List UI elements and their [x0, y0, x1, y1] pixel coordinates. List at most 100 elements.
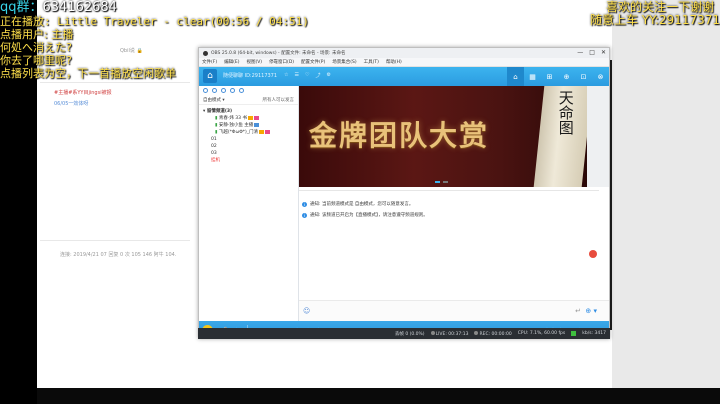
send-button[interactable]: ⊕ ▾ [585, 307, 597, 315]
live-dot-icon [430, 330, 435, 335]
stream-capture: Qbil说 🔒 #主播#系YY目jingsi被报 06/05一效体呀 连接: 2… [0, 0, 720, 404]
menu-file[interactable]: 文件(F) [202, 59, 217, 65]
home-tab-icon[interactable]: ⌂ [507, 67, 524, 86]
tree-user[interactable]: ▮ 青春·炜 33 书 [203, 115, 294, 122]
obs-logo-icon [203, 50, 208, 56]
heart-icon[interactable]: ♡ [305, 72, 309, 79]
bg-divider [40, 82, 190, 83]
qq-label: qq群： [0, 0, 43, 15]
tree-user[interactable]: ▮ 飞越(*ΦωΦ*)_门清 [203, 129, 294, 136]
notice-list: i 通知: 当前频道模式是 自由模式，您可以随意发言。 i 通知: 该频道已开启为【… [299, 190, 599, 300]
badge-icon [259, 129, 265, 134]
exit-icon[interactable]: ⊗ [592, 67, 609, 86]
tree-group[interactable]: ▾ 留情频道(3) [203, 108, 294, 115]
tree-channel[interactable]: 02 [203, 143, 294, 150]
notice-item: i 通知: 当前频道模式是 自由模式，您可以随意发言。 [302, 199, 596, 210]
right-panel [612, 0, 720, 388]
channel-sidebar: 自由模式 ▾ 所有人可以发言 ▾ 留情频道(3) ▮ 青春·炜 33 书 ▮ 安… [199, 86, 299, 321]
carousel-dots[interactable] [435, 181, 448, 183]
user-name: 飞越(*ΦωΦ*)_门清 [218, 130, 259, 135]
tree-channel[interactable]: 01 [203, 136, 294, 143]
user-name: 安静·独小鱼 主播 [218, 123, 254, 128]
cpu-usage: CPU: 7.1%, 60.00 fps [517, 331, 566, 336]
live-timer: LIVE: 00:37:13 [430, 330, 469, 337]
yy-window: OBS 25.0.8 (64-bit, windows) - 配置文件: 未命名… [198, 47, 610, 339]
settings-icon[interactable]: ⚙ [326, 72, 330, 79]
live-time: LIVE: 00:37:13 [435, 331, 469, 337]
mode-link[interactable]: 所有人可以发言 [263, 97, 295, 103]
promo-banner[interactable]: 金牌团队大赏 天命图 [299, 86, 587, 187]
window-title: OBS 25.0.8 (64-bit, windows) - 配置文件: 未命名… [211, 51, 346, 56]
tree-channel[interactable]: 挂机 [203, 157, 294, 164]
badge-icon [254, 122, 260, 127]
yy-id-overlay: 随意上车 YY:29117371 [589, 13, 720, 27]
bg-divider [40, 240, 190, 241]
favorite-icon[interactable]: ☆ [284, 72, 288, 79]
menu-help[interactable]: 帮助(H) [386, 59, 402, 65]
bitrate: kb/s: 3417 [582, 331, 606, 336]
home-icon[interactable]: ⌂ [203, 69, 217, 83]
menu-profile[interactable]: 配置文件(P) [301, 59, 325, 65]
status-ok-icon [571, 331, 577, 336]
close-button[interactable]: ✕ [601, 49, 606, 57]
notice-item: i 通知: 该频道已开启为【直播模式】，请注意遵守频道规则。 [302, 210, 596, 221]
banner-scroll-text: 天命图 [556, 90, 575, 135]
tree-user[interactable]: ▮ 安静·独小鱼 主播 [203, 122, 294, 129]
info-icon: i [302, 202, 307, 207]
gift-icon[interactable] [589, 250, 597, 258]
badge-icon [265, 129, 271, 134]
maximize-button[interactable]: □ [589, 49, 595, 57]
title-bar: OBS 25.0.8 (64-bit, windows) - 配置文件: 未命名… [199, 48, 609, 58]
info-icon: i [302, 213, 307, 218]
bottom-band [37, 388, 720, 404]
mode-bar: 自由模式 ▾ 所有人可以发言 [199, 96, 298, 105]
requester-overlay: 点播用户: 主播 [0, 28, 74, 41]
user-name: 青春·炜 33 书 [218, 116, 247, 121]
badge-icon [253, 115, 259, 120]
menu-dock[interactable]: 停靠窗口(D) [269, 59, 294, 65]
bg-notice: #主播#系YY目jingsi被报 [54, 90, 112, 96]
channel-header: ⌂ 随便聊聊 ID:29117371 ☆ ☰ ♡ ⤴ ⚙ ⌂ ▦ ⊞ ⊕ ⊡ ⊗ [199, 67, 609, 86]
qq-number: 634162684 [42, 0, 117, 15]
apps-icon[interactable]: ⊞ [541, 67, 558, 86]
chat-input[interactable]: ☺ ↵ ⊕ ▾ [299, 300, 609, 321]
rec-timer: REC: 00:00:00 [474, 330, 512, 337]
now-playing-overlay: 正在播放: Little Traveler - clear(00:56 / 04… [0, 15, 309, 28]
channel-tree: ▾ 留情频道(3) ▮ 青春·炜 33 书 ▮ 安静·独小鱼 主播 ▮ 飞越(*… [199, 105, 298, 167]
tree-channel[interactable]: 03 [203, 150, 294, 157]
channel-name: 随便聊聊 ID:29117371 [223, 73, 278, 79]
tool-icon[interactable] [221, 88, 226, 93]
banner-headline: 金牌团队大赏 [309, 119, 490, 152]
lyric-line-2: 你去了哪里呢? [0, 54, 72, 67]
add-icon[interactable]: ⊕ [558, 67, 575, 86]
rec-dot-icon [474, 330, 479, 335]
queue-note-overlay: 点播列表为空，下一首播放空闲歌单 [0, 67, 176, 80]
bg-link[interactable]: 06/05一效体呀 [54, 100, 88, 107]
obs-status-bar: 丢帧 0 (0.0%) LIVE: 00:37:13 REC: 00:00:00… [198, 328, 610, 339]
window-icon[interactable]: ⊡ [575, 67, 592, 86]
rec-time: REC: 00:00:00 [479, 331, 512, 337]
dropped-frames: 丢帧 0 (0.0%) [394, 331, 425, 337]
tool-icon[interactable] [212, 88, 217, 93]
menu-edit[interactable]: 编辑(E) [224, 59, 239, 65]
menu-bar: 文件(F) 编辑(E) 视图(V) 停靠窗口(D) 配置文件(P) 场景集合(S… [199, 58, 609, 67]
menu-tools[interactable]: 工具(T) [364, 59, 379, 65]
grid-icon[interactable]: ▦ [524, 67, 541, 86]
follow-overlay: 喜欢的关注一下谢谢 [605, 0, 714, 14]
notice-text: 通知: 该频道已开启为【直播模式】，请注意遵守频道规则。 [310, 213, 428, 218]
tool-icon[interactable] [203, 88, 208, 93]
tool-icon[interactable] [239, 88, 244, 93]
share-icon[interactable]: ⤴ [315, 72, 320, 79]
badge-icon [247, 115, 253, 120]
mode-select[interactable]: 自由模式 ▾ [203, 97, 225, 103]
menu-view[interactable]: 视图(V) [246, 59, 262, 65]
qq-group-overlay: qq群：634162684 [0, 1, 117, 14]
enter-icon[interactable]: ↵ [575, 307, 581, 315]
menu-scene-collection[interactable]: 场景集合(S) [332, 59, 356, 65]
minimize-button[interactable]: — [577, 49, 583, 57]
bg-lock-text: Qbil说 🔒 [120, 48, 143, 54]
tool-icon[interactable] [230, 88, 235, 93]
menu-icon[interactable]: ☰ [294, 72, 298, 79]
smile-icon[interactable]: ☺ [303, 307, 310, 315]
lyric-line-1: 何処へ消えた? [0, 41, 72, 54]
